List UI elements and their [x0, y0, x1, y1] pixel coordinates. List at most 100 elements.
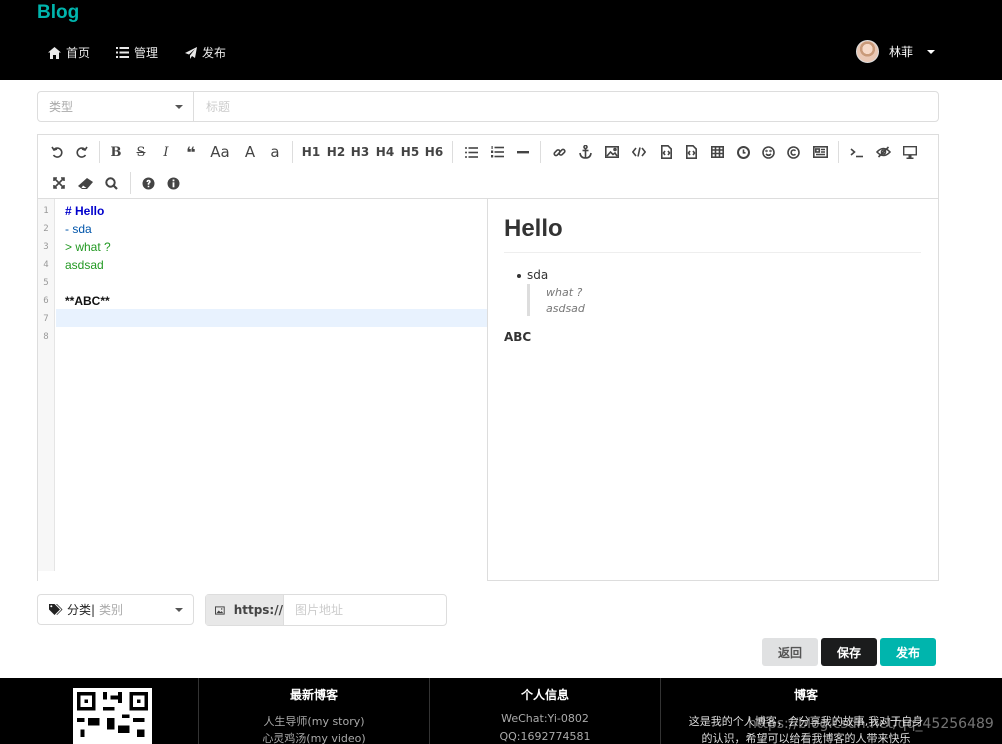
bullet-icon: [517, 274, 521, 278]
footer-latest-title: 最新博客: [289, 688, 338, 702]
code-editor[interactable]: 1 2 3 4 5 6 7 8 # Hello - sda > what ? a…: [38, 199, 488, 581]
category-dropdown[interactable]: 分类| 类别: [37, 594, 194, 625]
lowercase-button[interactable]: a: [266, 142, 284, 162]
horizontal-rule-button[interactable]: [514, 142, 532, 162]
emoji-button[interactable]: [759, 142, 777, 162]
toggle-preview-button[interactable]: [873, 142, 893, 162]
image-button[interactable]: [603, 142, 621, 162]
unordered-list-button[interactable]: [462, 142, 480, 162]
nav-publish[interactable]: 发布: [185, 44, 226, 61]
footer-wechat: WeChat:Yi-0802: [501, 712, 589, 725]
search-icon: [104, 176, 118, 190]
image-icon: [605, 146, 619, 158]
nav-home-label: 首页: [66, 46, 91, 60]
redo-button[interactable]: [72, 142, 90, 162]
h4-button[interactable]: H4: [375, 142, 395, 162]
goto-line-button[interactable]: [847, 142, 867, 162]
avatar: [856, 40, 879, 63]
toolbar-divider: [99, 141, 100, 163]
publish-button[interactable]: 发布: [880, 638, 936, 666]
undo-icon: [50, 146, 63, 158]
toolbar-divider: [292, 141, 293, 163]
image-url-prefix: https://: [206, 595, 284, 625]
code-line-heading: # Hello: [65, 204, 105, 218]
link-icon: [552, 148, 566, 156]
file-code-icon: [685, 145, 697, 159]
smile-icon: [761, 145, 775, 159]
image-icon: [215, 605, 225, 615]
title-row: 类型: [37, 91, 939, 122]
table-button[interactable]: [708, 142, 726, 162]
category-placeholder: 类别: [99, 603, 124, 617]
save-button[interactable]: 保存: [821, 638, 877, 666]
back-button[interactable]: 返回: [762, 638, 818, 666]
ordered-list-button[interactable]: [488, 142, 506, 162]
fullscreen-preview-button[interactable]: [900, 142, 920, 162]
preformatted-code-button[interactable]: [657, 142, 675, 162]
list-ol-icon: [490, 146, 504, 158]
active-line-highlight: [56, 309, 487, 327]
nav-manage[interactable]: 管理: [116, 44, 158, 61]
h5-button[interactable]: H5: [400, 142, 420, 162]
file-code-icon: [660, 145, 672, 159]
info-circle-icon: [167, 177, 179, 189]
newspaper-icon: [812, 146, 828, 158]
italic-button[interactable]: I: [157, 142, 175, 162]
minus-icon: [517, 151, 529, 154]
nav-manage-label: 管理: [134, 46, 159, 60]
brand-logo[interactable]: Blog: [37, 2, 79, 24]
quote-button[interactable]: ❝: [182, 142, 200, 162]
user-menu[interactable]: 林菲: [856, 40, 936, 63]
undo-button[interactable]: [48, 142, 66, 162]
blockquote-bar: [527, 284, 530, 316]
preview-heading: Hello: [504, 215, 563, 242]
datetime-button[interactable]: [734, 142, 752, 162]
uppercase-first-button[interactable]: Aa: [208, 142, 232, 162]
help-button[interactable]: [139, 173, 157, 193]
image-url-input[interactable]: [284, 595, 446, 625]
footer-blog-desc: 的认识，希望可以给看我博客的人带来快乐: [701, 732, 911, 744]
code-icon: [632, 147, 646, 157]
expand-icon: [53, 177, 65, 189]
h3-button[interactable]: H3: [350, 142, 370, 162]
uppercase-button[interactable]: A: [241, 142, 259, 162]
footer-latest-link[interactable]: 人生导师(my story): [199, 713, 429, 729]
code-line-strong: **ABC**: [65, 294, 110, 308]
chevron-down-icon: [927, 49, 936, 54]
html-entities-button[interactable]: [784, 142, 802, 162]
footer-blog-title: 博客: [793, 688, 818, 702]
strikethrough-button[interactable]: S: [132, 142, 150, 162]
qr-code-icon: [73, 688, 152, 744]
line-gutter: 1 2 3 4 5 6 7 8: [38, 199, 55, 571]
h2-button[interactable]: H2: [326, 142, 346, 162]
category-label: 分类|: [67, 603, 96, 617]
markdown-editor: B S I ❝ Aa A a H1 H2 H3 H4 H5 H6 1 2 3 4…: [37, 134, 939, 581]
markdown-preview: Hello sda what ? asdsad ABC: [489, 199, 938, 581]
line-number: 7: [43, 314, 49, 324]
code-line-list: - sda: [65, 222, 92, 236]
desktop-icon: [903, 145, 917, 159]
anchor-button[interactable]: [576, 142, 594, 162]
title-input[interactable]: [194, 92, 938, 121]
fullscreen-button[interactable]: [50, 173, 68, 193]
clear-button[interactable]: [75, 173, 95, 193]
type-dropdown[interactable]: 类型: [38, 92, 194, 121]
info-button[interactable]: [164, 173, 182, 193]
nav-home[interactable]: 首页: [48, 44, 90, 61]
editor-toolbar: B S I ❝ Aa A a H1 H2 H3 H4 H5 H6: [38, 135, 938, 199]
h6-button[interactable]: H6: [424, 142, 444, 162]
inline-code-button[interactable]: [630, 142, 648, 162]
link-button[interactable]: [550, 142, 568, 162]
line-number: 6: [43, 296, 49, 306]
footer-latest-link[interactable]: 心灵鸡汤(my video): [199, 730, 429, 744]
search-button[interactable]: [102, 173, 120, 193]
line-number: 3: [43, 242, 49, 252]
bold-button[interactable]: B: [107, 142, 125, 162]
h1-button[interactable]: H1: [301, 142, 321, 162]
line-number: 4: [43, 260, 49, 270]
redo-icon: [75, 146, 88, 158]
pagebreak-button[interactable]: [810, 142, 830, 162]
code-block-button[interactable]: [682, 142, 700, 162]
footer: 最新博客 人生导师(my story) 心灵鸡汤(my video) 个人信息 …: [0, 678, 1002, 744]
top-navbar: Blog 首页 管理 发布 林菲: [0, 0, 1002, 80]
